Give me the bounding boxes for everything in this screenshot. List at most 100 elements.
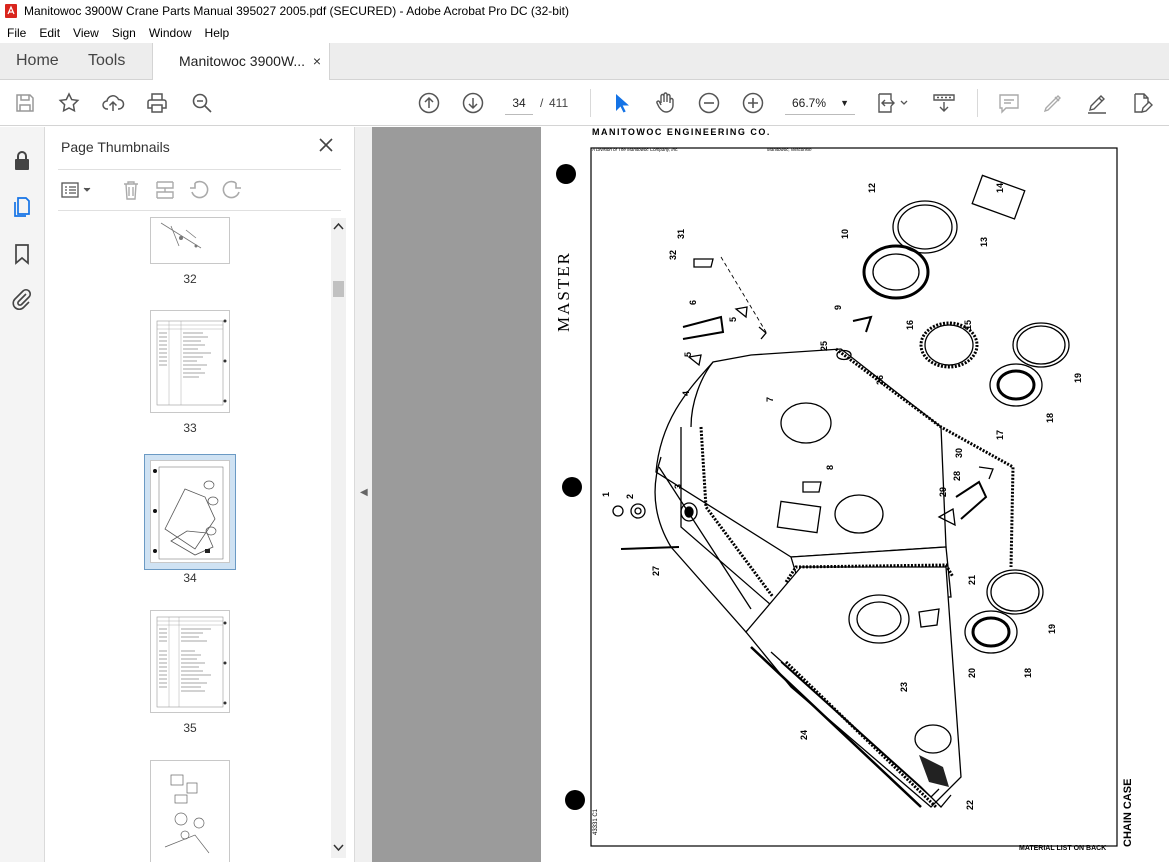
bookmark-star-icon[interactable] [57,91,81,115]
tab-tools[interactable]: Tools [88,43,125,79]
draw-sign-icon[interactable] [1085,91,1109,115]
zoom-search-icon[interactable] [190,91,214,115]
insert-page-icon[interactable] [153,178,177,202]
drawing-title: CHAIN CASE [1122,779,1134,847]
acrobat-app-icon [5,4,17,18]
company-name: MANITOWOC ENGINEERING CO. [592,127,771,137]
menu-view[interactable]: View [66,26,105,40]
page-thumbnail-34[interactable] [150,460,230,563]
page-number-input[interactable]: 34 [505,91,533,115]
callout-5a: 5 [683,352,693,357]
page-thumbnails-icon[interactable] [10,195,34,219]
callout-18a: 18 [1045,413,1055,423]
callout-24: 24 [799,730,809,740]
menu-edit[interactable]: Edit [32,26,66,40]
save-icon[interactable] [13,91,37,115]
fit-page-icon[interactable] [876,91,910,115]
thumbnail-scrollbar[interactable] [331,218,346,858]
print-icon[interactable] [145,91,169,115]
options-menu-icon[interactable] [60,178,96,202]
thumbnail-label: 33 [183,421,197,435]
callout-28: 28 [952,471,962,481]
thumbnail-list: 32 33 34 35 36 [46,217,331,862]
page-thumbnails-panel: Page Thumbnails 32 33 34 35 [46,127,354,862]
callout-20: 20 [967,668,977,678]
callout-12: 12 [867,183,877,193]
chain-case-assembly [612,174,1070,809]
callout-6: 6 [688,300,698,305]
callout-8: 8 [825,465,835,470]
close-icon[interactable] [316,135,336,155]
page-thumbnail-35[interactable] [150,610,230,713]
hand-tool-icon[interactable] [653,91,677,115]
attachments-paperclip-icon[interactable] [10,287,34,311]
delete-trash-icon[interactable] [119,178,143,202]
upload-cloud-icon[interactable] [101,91,125,115]
next-page-icon[interactable] [461,91,485,115]
callout-30: 30 [954,448,964,458]
edit-pdf-icon[interactable] [1129,91,1153,115]
lock-icon[interactable] [10,149,34,173]
footer-note: MATERIAL LIST ON BACK [1019,845,1106,852]
tab-close-icon[interactable]: × [313,43,321,80]
scrollbar-thumb[interactable] [333,281,344,297]
callout-22: 22 [965,800,975,810]
punch-hole [562,477,582,497]
scroll-up-icon[interactable] [333,222,344,230]
tab-document-label: Manitowoc 3900W... [179,53,306,69]
zoom-level-select[interactable]: 66.7% ▼ [785,91,855,115]
chevron-down-icon: ▼ [840,98,849,108]
drawing-number: 43331 C1 [593,808,599,835]
toolbar-divider [590,89,591,117]
zoom-level-value: 66.7% [792,96,827,110]
callout-13: 13 [979,237,989,247]
panel-title: Page Thumbnails [61,139,170,155]
panel-splitter[interactable]: ◀ [354,127,372,862]
callout-23: 23 [899,682,909,692]
select-pointer-icon[interactable] [609,91,633,115]
comment-icon[interactable] [997,91,1021,115]
tab-bar: Home Tools Manitowoc 3900W... × [0,43,1169,80]
callout-26: 26 [875,375,885,385]
menu-help[interactable]: Help [198,26,236,40]
collapse-panel-icon[interactable]: ◀ [360,487,368,498]
menu-sign[interactable]: Sign [105,26,142,40]
scroll-mode-icon[interactable] [932,91,956,115]
page-thumbnail-36[interactable] [150,760,230,862]
window-title: Manitowoc 3900W Crane Parts Manual 39502… [24,4,569,18]
parts-drawing: MANITOWOC ENGINEERING CO. A Division of … [554,127,1134,852]
main-toolbar [0,80,1169,126]
menu-bar: File Edit View Sign Window Help [0,22,1169,43]
callout-14: 14 [995,183,1005,193]
divider [58,169,341,170]
divider [58,210,341,211]
thumbnail-toolbar [46,175,354,205]
page-thumbnail-32[interactable] [150,217,230,264]
toolbar-divider [977,89,978,117]
rotate-clockwise-icon[interactable] [220,178,244,202]
tab-home[interactable]: Home [16,43,59,79]
tab-document[interactable]: Manitowoc 3900W... × [152,43,330,80]
menu-window[interactable]: Window [142,26,198,40]
callout-3: 3 [673,484,683,489]
callout-19b: 19 [1047,624,1057,634]
thumbnail-label: 32 [183,272,197,286]
zoom-out-icon[interactable] [697,91,721,115]
thumbnail-label: 35 [183,721,197,735]
master-stamp: MASTER [554,251,573,332]
callout-16: 16 [905,320,915,330]
highlight-pen-icon[interactable] [1041,91,1065,115]
page-thumbnail-33[interactable] [150,310,230,413]
callout-1: 1 [601,492,611,497]
thumbnail-label: 34 [183,571,197,585]
previous-page-icon[interactable] [417,91,441,115]
zoom-in-icon[interactable] [741,91,765,115]
scroll-down-icon[interactable] [333,844,344,852]
rotate-counterclockwise-icon[interactable] [187,178,211,202]
callout-2: 2 [625,494,635,499]
bookmarks-icon[interactable] [10,242,34,266]
menu-file[interactable]: File [0,26,32,40]
title-bar: Manitowoc 3900W Crane Parts Manual 39502… [0,0,1169,22]
page-separator: / [540,96,544,110]
left-navigation-rail [0,127,45,862]
